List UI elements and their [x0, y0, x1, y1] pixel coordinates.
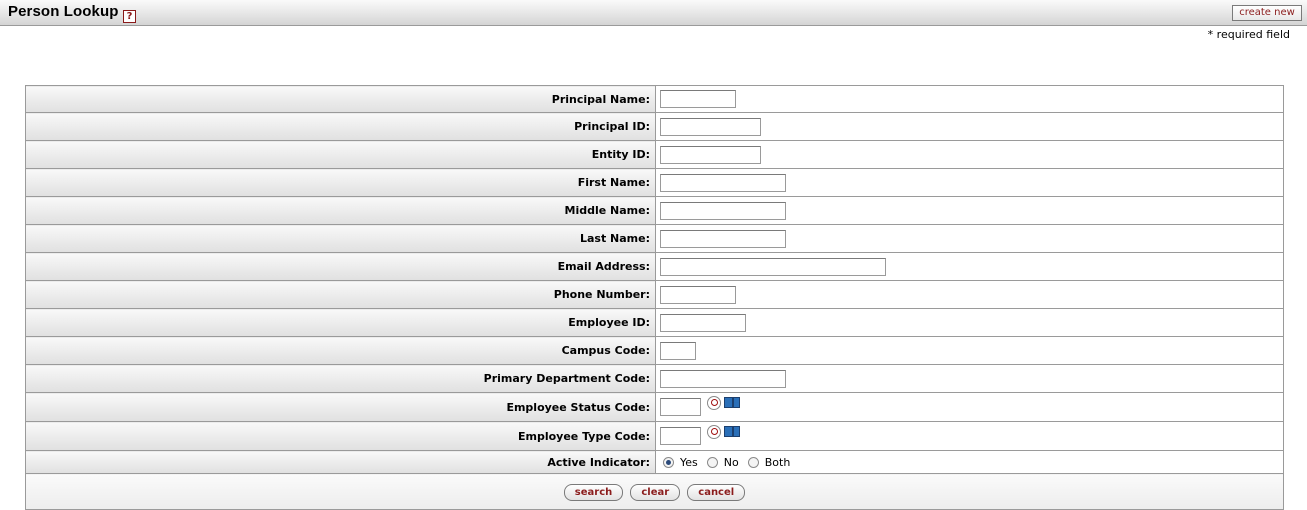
field-label: Employee Type Code:: [25, 421, 656, 451]
radio-label-no: No: [723, 455, 739, 469]
phone-number-input[interactable]: [660, 285, 736, 304]
field-row-email-address: Email Address:: [25, 252, 1284, 281]
employee-id-input[interactable]: [660, 313, 746, 332]
field-row-phone-number: Phone Number:: [25, 280, 1284, 309]
help-icon[interactable]: ?: [123, 10, 136, 23]
field-row-primary-department-code: Primary Department Code:: [25, 364, 1284, 393]
radio-label-yes: Yes: [680, 455, 698, 469]
field-row-employee-status-code: Employee Status Code:: [25, 392, 1284, 422]
active-yes-radio[interactable]: [663, 456, 674, 468]
lookup-criteria-table: Principal Name: Principal ID: Entity ID:…: [25, 85, 1284, 510]
field-row-active-indicator: Active Indicator: Yes No Both: [25, 450, 1284, 474]
principal-name-input[interactable]: [660, 90, 736, 108]
first-name-input[interactable]: [660, 173, 786, 192]
required-field-note: * required field: [1207, 28, 1290, 41]
field-label: Email Address:: [25, 252, 656, 281]
employee-status-code-input[interactable]: [660, 398, 701, 416]
entity-id-input[interactable]: [660, 145, 761, 164]
page-header: Person Lookup ? create new: [0, 0, 1307, 26]
active-no-radio[interactable]: [706, 456, 718, 468]
employee-type-code-input[interactable]: [660, 427, 701, 445]
field-row-entity-id: Entity ID:: [25, 140, 1284, 169]
principal-id-input[interactable]: [660, 117, 761, 136]
field-row-campus-code: Campus Code:: [25, 336, 1284, 365]
field-row-last-name: Last Name:: [25, 224, 1284, 253]
field-label: Employee ID:: [25, 308, 656, 337]
cancel-button[interactable]: cancel: [687, 484, 746, 501]
campus-code-input[interactable]: [660, 341, 696, 360]
field-row-first-name: First Name:: [25, 168, 1284, 197]
email-address-input[interactable]: [660, 257, 886, 276]
field-label: Entity ID:: [25, 140, 656, 169]
field-label: Primary Department Code:: [25, 364, 656, 393]
field-label: Active Indicator:: [25, 450, 656, 474]
page-title: Person Lookup: [8, 3, 119, 20]
search-button[interactable]: search: [563, 484, 624, 501]
radio-label-both: Both: [764, 455, 791, 469]
field-row-middle-name: Middle Name:: [25, 196, 1284, 225]
field-label: Principal ID:: [25, 112, 656, 141]
field-row-employee-type-code: Employee Type Code:: [25, 421, 1284, 451]
button-row: search clear cancel: [25, 473, 1284, 510]
field-row-principal-name: Principal Name:: [25, 85, 1284, 113]
lookup-icon[interactable]: [707, 396, 721, 410]
clear-button[interactable]: clear: [630, 484, 681, 501]
field-label: Last Name:: [25, 224, 656, 253]
field-label: Employee Status Code:: [25, 392, 656, 422]
field-row-principal-id: Principal ID:: [25, 112, 1284, 141]
field-row-employee-id: Employee ID:: [25, 308, 1284, 337]
active-both-radio[interactable]: [747, 456, 759, 468]
inquiry-icon[interactable]: [724, 426, 740, 437]
lookup-icon[interactable]: [707, 425, 721, 439]
field-label: Campus Code:: [25, 336, 656, 365]
middle-name-input[interactable]: [660, 201, 786, 220]
field-label: First Name:: [25, 168, 656, 197]
last-name-input[interactable]: [660, 229, 786, 248]
primary-department-code-input[interactable]: [660, 369, 786, 388]
inquiry-icon[interactable]: [724, 397, 740, 408]
field-label: Principal Name:: [25, 85, 656, 113]
create-new-button[interactable]: create new: [1232, 5, 1302, 21]
field-label: Middle Name:: [25, 196, 656, 225]
active-indicator-radio-group: Yes No Both: [655, 450, 1284, 474]
field-label: Phone Number:: [25, 280, 656, 309]
